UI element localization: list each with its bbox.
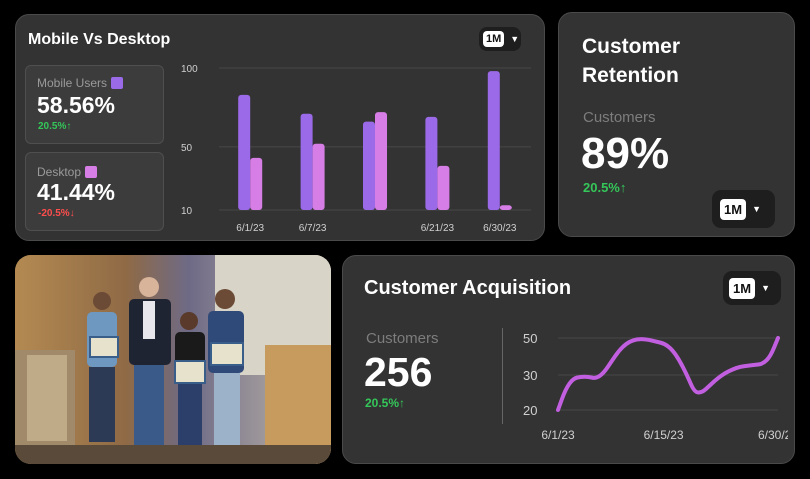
y-tick-label: 50 <box>523 331 537 346</box>
mobile-vs-desktop-card: Mobile Vs Desktop 1M ▼ Mobile Users 58.5… <box>15 14 545 241</box>
retention-period-tag: 1M <box>720 198 747 220</box>
retention-title-line2: Retention <box>582 64 679 87</box>
divider <box>502 328 503 424</box>
bar-mobile <box>238 94 251 210</box>
photo-card <box>15 255 331 464</box>
mobile-vs-desktop-title: Mobile Vs Desktop <box>28 31 171 48</box>
retention-value: 89% <box>581 129 670 178</box>
acquisition-title: Customer Acquisition <box>364 277 572 299</box>
y-tick-label: 10 <box>181 206 193 217</box>
people-with-certificates-photo <box>15 255 331 464</box>
mobile-users-label: Mobile Users <box>37 76 108 90</box>
acquisition-value: 256 <box>364 349 433 395</box>
acquisition-label: Customers <box>366 330 439 347</box>
retention-period-dropdown[interactable]: 1M ▼ <box>712 190 775 228</box>
customer-retention-card: Customer Retention Customers 89% 20.5%↑ … <box>558 12 795 237</box>
desktop-change: -20.5%↓ <box>38 208 75 219</box>
bar-mobile <box>487 71 500 211</box>
y-tick-label: 50 <box>181 143 193 154</box>
customer-acquisition-card: Customer Acquisition 1M ▼ Customers 256 … <box>342 255 795 464</box>
bar-desktop <box>437 165 450 210</box>
chevron-down-icon: ▼ <box>761 283 770 293</box>
chevron-down-icon: ▼ <box>752 204 761 214</box>
bar-desktop <box>499 205 512 210</box>
retention-change: 20.5%↑ <box>583 180 627 195</box>
x-tick-label: 6/30/23 <box>483 223 517 234</box>
x-tick-label: 6/21/23 <box>421 223 455 234</box>
y-tick-label: 100 <box>181 64 198 75</box>
bar-desktop <box>375 112 387 210</box>
mobile-swatch <box>111 77 124 89</box>
y-tick-label: 20 <box>523 403 537 418</box>
bar-mobile <box>425 116 438 210</box>
bar-desktop <box>312 143 325 210</box>
mobile-users-label-row: Mobile Users <box>37 76 124 90</box>
x-tick-label: 6/30/23 <box>758 428 788 442</box>
bar-mobile <box>363 121 375 210</box>
line-series <box>556 336 780 412</box>
x-tick-label: 6/1/23 <box>541 428 575 442</box>
bar-mobile <box>300 113 313 210</box>
mobile-users-stat: Mobile Users 58.56% 20.5%↑ <box>25 65 164 144</box>
mobile-users-value: 58.56% <box>37 92 116 118</box>
desktop-label-row: Desktop <box>37 165 98 179</box>
acquisition-line-chart: 20 30 50 6/1/23 6/15/23 6/30/23 <box>523 331 788 442</box>
x-tick-label: 6/1/23 <box>236 223 264 234</box>
period-dropdown[interactable]: 1M ▼ <box>479 27 521 51</box>
acquisition-period-tag: 1M <box>729 277 756 299</box>
y-tick-label: 30 <box>523 368 537 383</box>
acquisition-period-dropdown[interactable]: 1M ▼ <box>723 271 781 305</box>
mobile-desktop-bar-chart: 10 50 100 6/1/23 6/7/23 6/21/23 6/30/23 <box>181 64 531 234</box>
x-tick-label: 6/15/23 <box>644 428 684 442</box>
mobile-users-change: 20.5%↑ <box>38 121 72 132</box>
bar-desktop <box>250 157 263 210</box>
desktop-swatch <box>85 166 98 178</box>
acquisition-change: 20.5%↑ <box>365 396 406 410</box>
desktop-value: 41.44% <box>37 179 116 205</box>
desktop-stat: Desktop 41.44% -20.5%↓ <box>25 152 164 231</box>
retention-title-line1: Customer <box>582 35 681 58</box>
chevron-down-icon: ▼ <box>510 34 520 44</box>
retention-label: Customers <box>583 109 656 126</box>
desktop-label: Desktop <box>37 165 82 179</box>
period-tag: 1M <box>483 31 505 47</box>
x-tick-label: 6/7/23 <box>299 223 327 234</box>
